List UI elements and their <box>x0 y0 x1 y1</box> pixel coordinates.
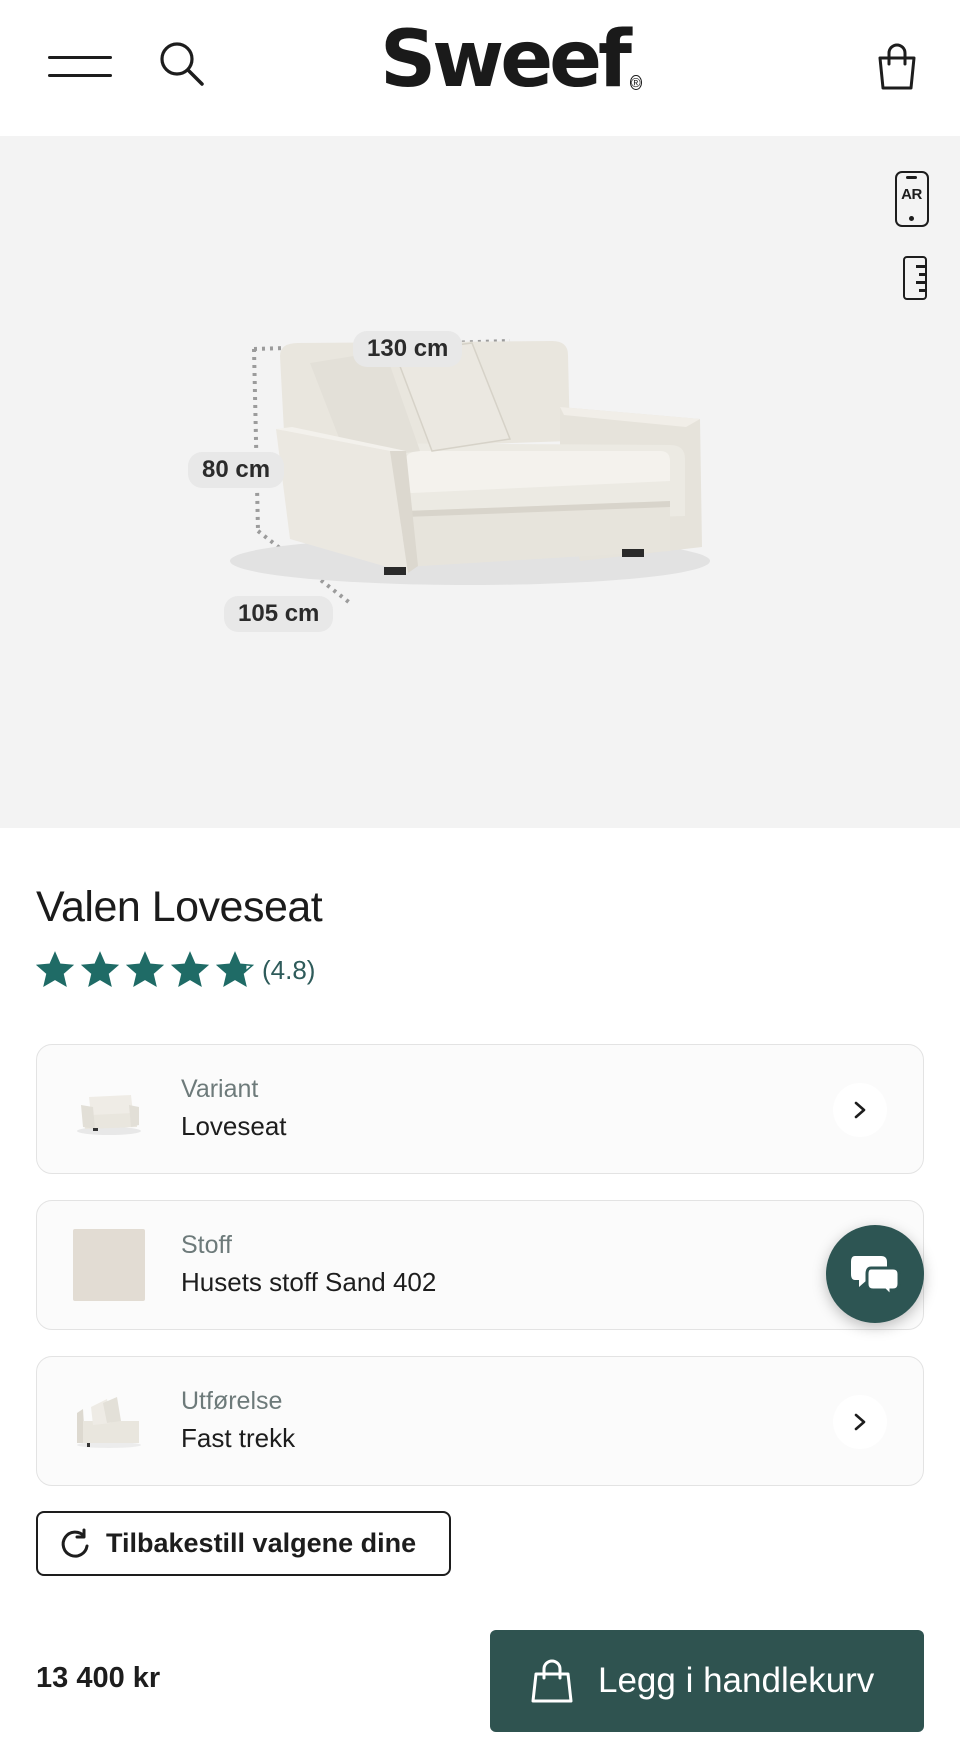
logo-text: Sweef <box>380 15 632 105</box>
chevron-right-icon[interactable] <box>833 1083 887 1137</box>
product-title: Valen Loveseat <box>36 883 323 931</box>
product-image-area[interactable]: AR 130 cm 80 cm 105 cm <box>0 136 960 828</box>
ar-label: AR <box>901 186 922 203</box>
chevron-right-icon[interactable] <box>833 1395 887 1449</box>
rating-value: (4.8) <box>262 954 316 985</box>
dimension-width-label: 130 cm <box>353 331 463 367</box>
option-label: Variant <box>181 1075 259 1103</box>
option-card-finish[interactable]: Utførelse Fast trekk <box>36 1356 924 1486</box>
shopping-bag-icon[interactable] <box>874 42 920 92</box>
sofa-thumbnail-icon <box>73 1073 145 1145</box>
star-icon <box>171 951 209 988</box>
dimension-height-label: 80 cm <box>188 452 285 488</box>
shopping-bag-icon <box>531 1659 573 1703</box>
fabric-swatch <box>73 1229 145 1301</box>
sofa-side-thumbnail-icon <box>73 1385 145 1457</box>
reset-choices-button[interactable]: Tilbakestill valgene dine <box>36 1511 451 1576</box>
star-icon <box>81 951 119 988</box>
registered-mark: ® <box>629 75 642 90</box>
option-label: Utførelse <box>181 1387 283 1415</box>
option-value: Loveseat <box>181 1111 287 1141</box>
chat-bubble-icon[interactable] <box>826 1225 924 1323</box>
brand-logo[interactable]: Sweef ® <box>380 18 642 102</box>
star-icon <box>36 951 74 988</box>
hamburger-menu-icon[interactable] <box>48 52 112 82</box>
refresh-icon <box>61 1528 89 1558</box>
rating-stars <box>36 951 254 989</box>
star-icon <box>126 951 164 988</box>
search-icon[interactable] <box>158 40 206 88</box>
star-icon <box>216 951 254 988</box>
ar-view-button[interactable]: AR <box>895 171 929 227</box>
add-to-cart-label: Legg i handlekurv <box>598 1661 875 1700</box>
option-label: Stoff <box>181 1231 232 1259</box>
option-card-fabric[interactable]: Stoff Husets stoff Sand 402 <box>36 1200 924 1330</box>
add-to-cart-button[interactable]: Legg i handlekurv <box>490 1630 924 1732</box>
option-value: Husets stoff Sand 402 <box>181 1267 437 1297</box>
product-price: 13 400 kr <box>36 1662 161 1694</box>
site-header: Sweef ® <box>0 0 960 136</box>
ruler-icon[interactable] <box>903 256 927 300</box>
option-value: Fast trekk <box>181 1423 296 1453</box>
option-card-variant[interactable]: Variant Loveseat <box>36 1044 924 1174</box>
product-rating[interactable]: (4.8) <box>36 948 315 992</box>
dimension-depth-label: 105 cm <box>224 596 334 632</box>
reset-label: Tilbakestill valgene dine <box>106 1528 417 1558</box>
